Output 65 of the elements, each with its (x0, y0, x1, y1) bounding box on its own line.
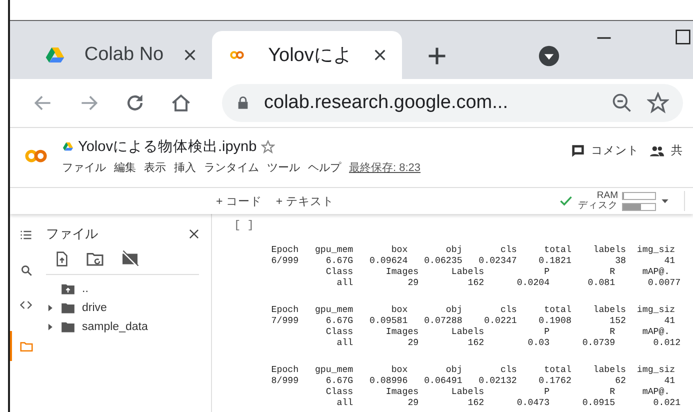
folder-up-icon (60, 282, 76, 296)
menu-item[interactable]: 編集 (114, 160, 136, 175)
ram-label: RAM (596, 191, 618, 201)
menu-item[interactable]: 挿入 (174, 160, 196, 175)
people-icon (649, 144, 665, 158)
menu-item[interactable]: ファイル (62, 160, 106, 175)
share-button[interactable]: 共 (671, 143, 693, 158)
folder-icon (60, 300, 76, 314)
panel-title: ファイル (46, 225, 98, 243)
output-line: Epoch gpu_mem box obj cls total labels img_siz (270, 304, 676, 315)
disk-meter (622, 202, 656, 210)
close-icon[interactable] (372, 47, 388, 63)
folder-icon (60, 320, 76, 334)
notebook-title[interactable]: Yolovによる物体検出.ipynb (78, 137, 257, 156)
file-name[interactable]: .. (82, 282, 88, 294)
browser-tab[interactable]: Yolovによ (212, 31, 402, 79)
disk-label: ディスク (578, 201, 618, 211)
home-icon[interactable] (170, 92, 192, 114)
output-line: Class Images Labels P R mAP@. (324, 386, 671, 397)
add-text-button[interactable]: + テキスト (276, 194, 334, 208)
close-icon[interactable] (187, 227, 201, 241)
code-icon[interactable] (19, 298, 33, 312)
plus-icon[interactable] (426, 45, 448, 67)
comment-icon (571, 144, 585, 158)
menu-item[interactable]: ヘルプ (308, 160, 341, 175)
folder-refresh-icon[interactable] (85, 250, 105, 268)
expand-caret-icon[interactable] (46, 322, 54, 330)
menu-item[interactable]: 表示 (144, 160, 166, 175)
check-icon (558, 194, 574, 208)
comment-button[interactable]: コメント (591, 143, 639, 158)
search-icon[interactable] (20, 264, 32, 276)
star-icon[interactable] (647, 92, 669, 114)
output-line: all 29 162 0.0204 0.081 0.0077 (336, 277, 682, 288)
output-line: Epoch gpu_mem box obj cls total labels img_siz (270, 244, 676, 255)
triangle-logo-icon (44, 45, 66, 65)
drive-off-icon[interactable] (120, 250, 140, 268)
close-icon[interactable] (182, 47, 198, 63)
ram-meter (622, 192, 656, 200)
expand-caret-icon[interactable] (46, 304, 54, 312)
output-line: 8/999 6.67G 0.08996 0.06491 0.02132 0.1762 62 41 (270, 375, 676, 386)
output-line: Class Images Labels P R mAP@. (324, 326, 671, 337)
output-line: Epoch gpu_mem box obj cls total labels img_siz (270, 364, 676, 375)
output-line: all 29 162 0.0473 0.0915 0.021 (336, 397, 682, 408)
menu-item[interactable]: ツール (267, 160, 300, 175)
browser-tab[interactable]: Colab No (30, 31, 212, 79)
maximize-icon[interactable] (675, 29, 691, 45)
menu-icon[interactable] (19, 228, 33, 242)
add-code-button[interactable]: + コード (216, 194, 262, 208)
lock-icon (236, 95, 250, 111)
upload-file-icon[interactable] (54, 250, 70, 268)
output-line: all 29 162 0.03 0.0739 0.012 (336, 337, 682, 348)
file-name[interactable]: sample_data (82, 320, 148, 332)
address-bar[interactable]: colab.research.google.com... (222, 84, 683, 122)
file-name[interactable]: drive (82, 302, 107, 314)
caret-circle-icon[interactable] (538, 45, 560, 67)
url-text: colab.research.google.com... (264, 92, 509, 114)
star-icon[interactable] (260, 140, 275, 154)
last-saved-link[interactable]: 最終保存: 8:23 (349, 160, 421, 175)
output-line: Class Images Labels P R mAP@. (324, 266, 671, 277)
menu-item[interactable]: ランタイム (204, 160, 259, 175)
output-line: 7/999 6.67G 0.09581 0.07288 0.0221 0.1908 152 41 (270, 315, 676, 326)
triangle-logo-icon (62, 141, 74, 152)
output-line: 6/999 6.67G 0.09624 0.06235 0.02347 0.1821 38 41 (270, 255, 676, 266)
zoom-out-icon[interactable] (611, 92, 633, 114)
run-cell-marker[interactable]: [ ] (234, 220, 693, 236)
